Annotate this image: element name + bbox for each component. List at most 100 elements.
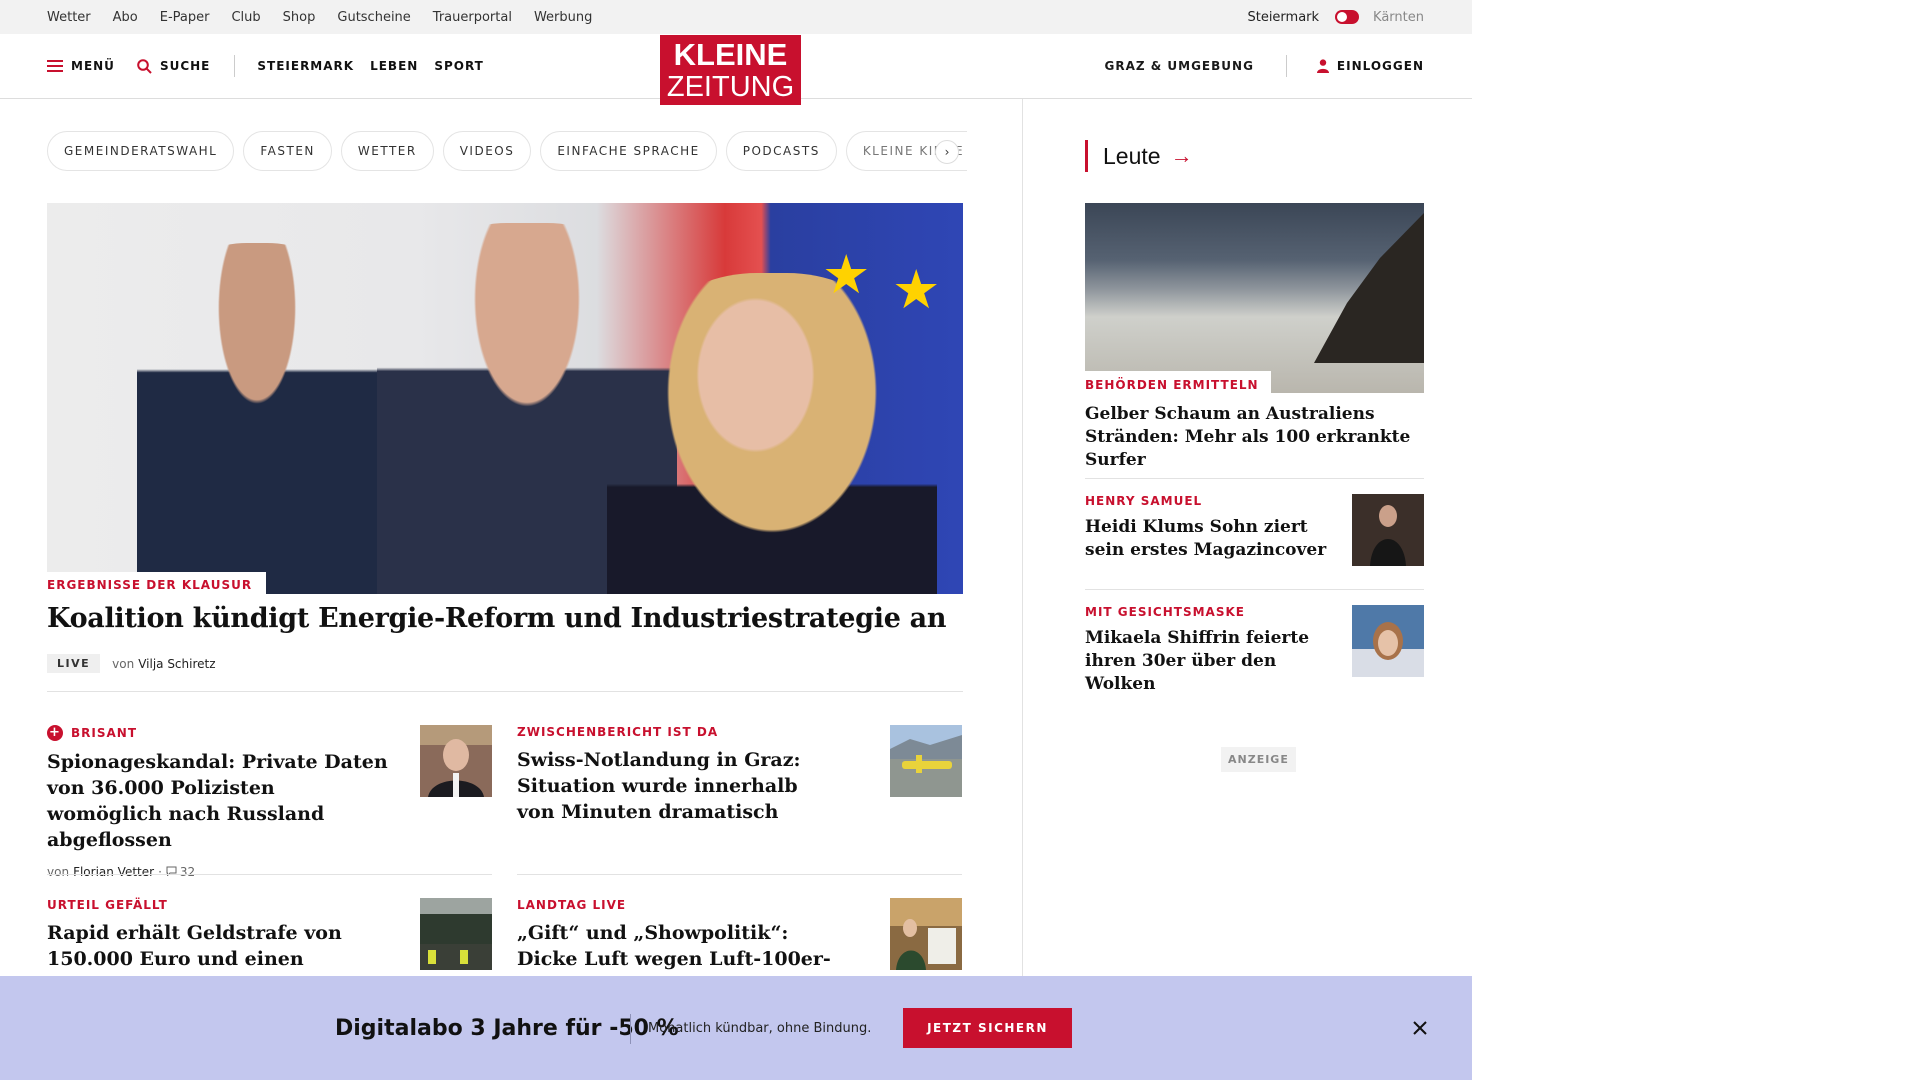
logo-line-2: ZEITUNG [666, 71, 795, 103]
comment-count[interactable]: 32 [180, 865, 195, 879]
logo-line-1: KLEINE [673, 37, 788, 72]
header-divider [234, 55, 236, 77]
article-thumbnail[interactable] [420, 725, 492, 797]
utility-link-shop[interactable]: Shop [283, 10, 316, 25]
ad-label: ANZEIGE [1221, 747, 1296, 772]
divider [1085, 589, 1424, 590]
hamburger-icon [47, 60, 63, 72]
article-thumbnail[interactable] [420, 898, 492, 970]
promo-subtitle: Monatlich kündbar, ohne Bindung. [648, 1020, 872, 1036]
article-card-spionage[interactable]: + BRISANT Spionageskandal: Private Daten… [47, 725, 492, 879]
chip-podcasts[interactable]: PODCASTS [725, 131, 837, 171]
utility-bar: Wetter Abo E-Paper Club Shop Gutscheine … [0, 0, 1472, 34]
search-button[interactable]: SUCHE [137, 58, 211, 74]
sidebar-item[interactable]: MIT GESICHTSMASKE Mikaela Shiffrin feier… [1085, 605, 1424, 696]
close-icon[interactable] [1408, 1016, 1432, 1040]
search-label: SUCHE [159, 59, 211, 73]
article-thumbnail[interactable] [890, 898, 962, 970]
header-nav: MENÜ SUCHE STEIERMARK LEBEN SPORT [47, 34, 500, 98]
nav-sport[interactable]: SPORT [434, 59, 484, 73]
article-headline[interactable]: Swiss-Notlandung in Graz: Situation wurd… [517, 747, 807, 825]
hero-kicker: ERGEBNISSE DER KLAUSUR [47, 572, 267, 596]
live-badge: LIVE [47, 654, 101, 673]
article-author[interactable]: Florian Vetter [73, 865, 154, 879]
utility-link-trauerportal[interactable]: Trauerportal [433, 10, 512, 25]
chip-fasten[interactable]: FASTEN [243, 131, 332, 171]
site-logo[interactable]: KLEINE ZEITUNG [660, 35, 801, 105]
utility-link-gutscheine[interactable]: Gutscheine [337, 10, 410, 25]
page: Wetter Abo E-Paper Club Shop Gutscheine … [0, 0, 1472, 1080]
hero-person-right [607, 273, 937, 594]
utility-links: Wetter Abo E-Paper Club Shop Gutscheine … [47, 0, 614, 34]
section-heading-text: Leute [1103, 142, 1161, 169]
utility-link-club[interactable]: Club [231, 10, 260, 25]
promo-cta-button[interactable]: JETZT SICHERN [903, 1008, 1072, 1048]
byline-prefix: von [47, 865, 70, 879]
hero-meta: LIVE von Vilja Schiretz [47, 654, 216, 673]
sidebar-lead-image[interactable] [1085, 203, 1424, 393]
sidebar-item[interactable]: HENRY SAMUEL Heidi Klums Sohn ziert sein… [1085, 494, 1424, 566]
article-headline[interactable]: Spionageskandal: Private Daten von 36.00… [47, 749, 392, 853]
nav-steiermark[interactable]: STEIERMARK [257, 59, 354, 73]
chip-gemeinderatswahl[interactable]: GEMEINDERATSWAHL [47, 131, 235, 171]
sidebar-item-thumbnail[interactable] [1352, 605, 1424, 677]
chip-videos[interactable]: VIDEOS [442, 131, 532, 171]
nav-leben[interactable]: LEBEN [370, 59, 418, 73]
header-divider-right [1285, 55, 1287, 77]
utility-link-abo[interactable]: Abo [113, 10, 138, 25]
sidebar-lead-kicker: BEHÖRDEN ERMITTELN [1085, 371, 1271, 395]
article-kicker-text: BRISANT [71, 726, 138, 740]
utility-link-epaper[interactable]: E-Paper [160, 10, 210, 25]
divider [47, 691, 963, 692]
sidebar-item-headline[interactable]: Heidi Klums Sohn ziert sein erstes Magaz… [1085, 516, 1335, 562]
divider [1085, 478, 1424, 479]
topic-chips: GEMEINDERATSWAHL FASTEN WETTER VIDEOS EI… [47, 131, 967, 171]
byline-prefix: von [112, 656, 135, 671]
menu-label: MENÜ [71, 59, 115, 73]
sidebar-lead-headline[interactable]: Gelber Schaum an Australiens Stränden: M… [1085, 403, 1424, 472]
region-kaernten[interactable]: Kärnten [1373, 10, 1424, 25]
meta-separator: · [158, 865, 162, 879]
article-meta: von Florian Vetter · 32 [47, 865, 492, 879]
utility-link-werbung[interactable]: Werbung [534, 10, 592, 25]
hero-author[interactable]: Vilja Schiretz [138, 657, 215, 671]
plus-icon: + [47, 725, 63, 741]
chip-wetter[interactable]: WETTER [340, 131, 434, 171]
article-card-swiss[interactable]: ZWISCHENBERICHT IST DA Swiss-Notlandung … [517, 725, 962, 825]
promo-title: Digitalabo 3 Jahre für -50 % [335, 1015, 679, 1041]
article-headline[interactable]: Rapid erhält Geldstrafe von 150.000 Euro… [47, 920, 347, 972]
utility-link-wetter[interactable]: Wetter [47, 10, 91, 25]
eu-star-icon: ★ [892, 258, 941, 321]
viewport-gutter [1472, 0, 1920, 1080]
sidebar-item-thumbnail[interactable] [1352, 494, 1424, 566]
comment-icon [166, 865, 177, 879]
local-edition-link[interactable]: GRAZ & UMGEBUNG [1105, 59, 1254, 73]
user-icon [1316, 59, 1329, 73]
region-switch: Steiermark Kärnten [1247, 0, 1424, 34]
hero-headline[interactable]: Koalition kündigt Energie-Reform und Ind… [47, 603, 947, 634]
login-button[interactable]: EINLOGGEN [1316, 59, 1424, 73]
hero-image[interactable]: ★ ★ [47, 203, 963, 594]
hero-person-left [137, 243, 377, 594]
divider [47, 874, 492, 875]
login-label: EINLOGGEN [1336, 59, 1424, 73]
chips-next-button[interactable]: › [935, 140, 959, 164]
column-divider [1022, 99, 1023, 979]
divider [517, 874, 962, 875]
region-steiermark[interactable]: Steiermark [1247, 10, 1319, 25]
menu-button[interactable]: MENÜ [47, 59, 115, 73]
section-heading-leute[interactable]: Leute → [1085, 140, 1193, 172]
article-thumbnail[interactable] [890, 725, 962, 797]
sidebar-item-headline[interactable]: Mikaela Shiffrin feierte ihren 30er über… [1085, 627, 1335, 696]
header-right: GRAZ & UMGEBUNG EINLOGGEN [1105, 34, 1425, 98]
search-icon [137, 58, 152, 74]
arrow-right-icon: → [1170, 143, 1193, 168]
promo-divider [630, 1014, 631, 1044]
image-cliff [1314, 213, 1424, 363]
subscription-banner: Digitalabo 3 Jahre für -50 % Monatlich k… [0, 976, 1472, 1080]
chip-einfache-sprache[interactable]: EINFACHE SPRACHE [540, 131, 717, 171]
article-card-rapid[interactable]: URTEIL GEFÄLLT Rapid erhält Geldstrafe v… [47, 898, 492, 972]
site-header: MENÜ SUCHE STEIERMARK LEBEN SPORT KLEINE… [0, 34, 1472, 105]
eu-star-icon: ★ [822, 243, 871, 306]
region-toggle[interactable] [1335, 10, 1360, 24]
